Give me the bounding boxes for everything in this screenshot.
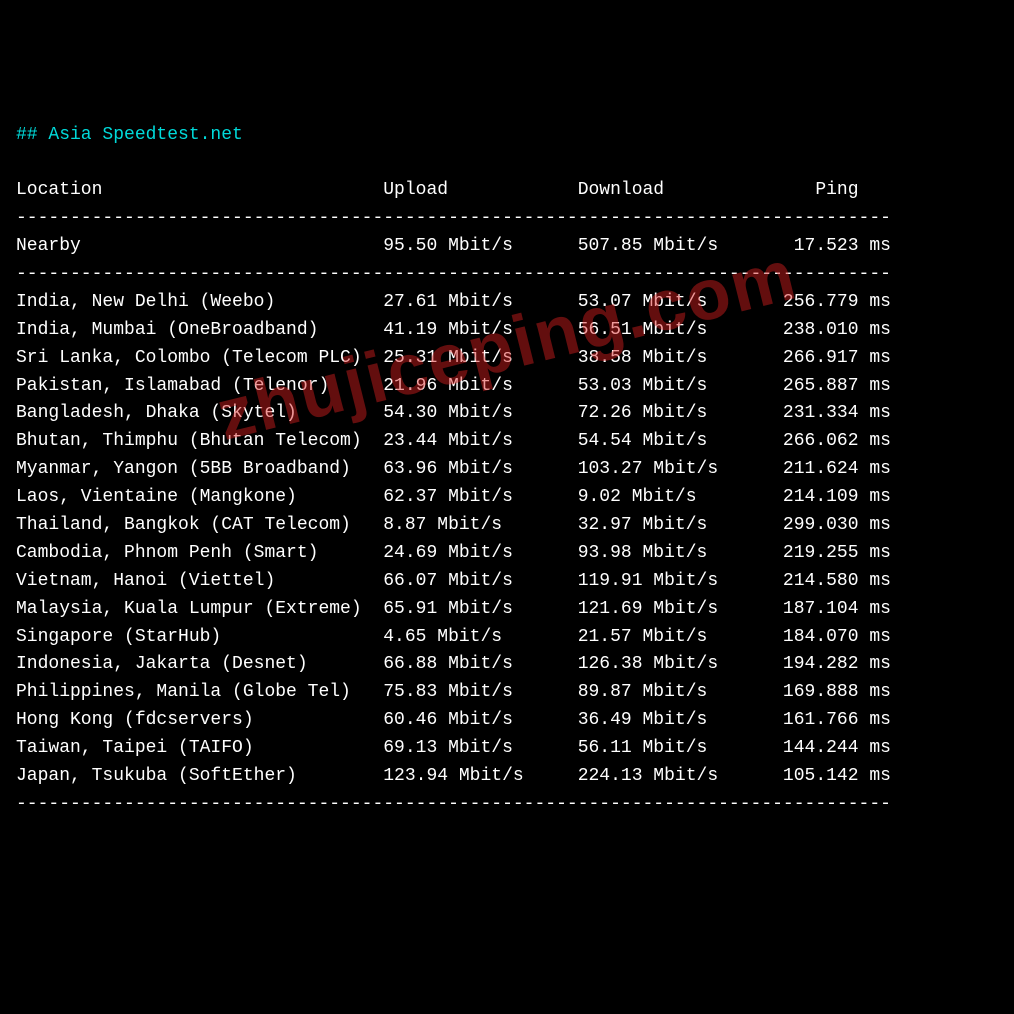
section-title: ## Asia Speedtest.net bbox=[16, 125, 243, 145]
nearby-row: Nearby 95.50 Mbit/s 507.85 Mbit/s 17.523… bbox=[16, 236, 891, 256]
divider: ----------------------------------------… bbox=[16, 794, 891, 814]
divider: ----------------------------------------… bbox=[16, 264, 891, 284]
data-rows: India, New Delhi (Weebo) 27.61 Mbit/s 53… bbox=[16, 292, 891, 786]
header-row: Location Upload Download Ping bbox=[16, 180, 859, 200]
divider: ----------------------------------------… bbox=[16, 208, 891, 228]
terminal-output: ## Asia Speedtest.net Location Upload Do… bbox=[16, 122, 998, 819]
